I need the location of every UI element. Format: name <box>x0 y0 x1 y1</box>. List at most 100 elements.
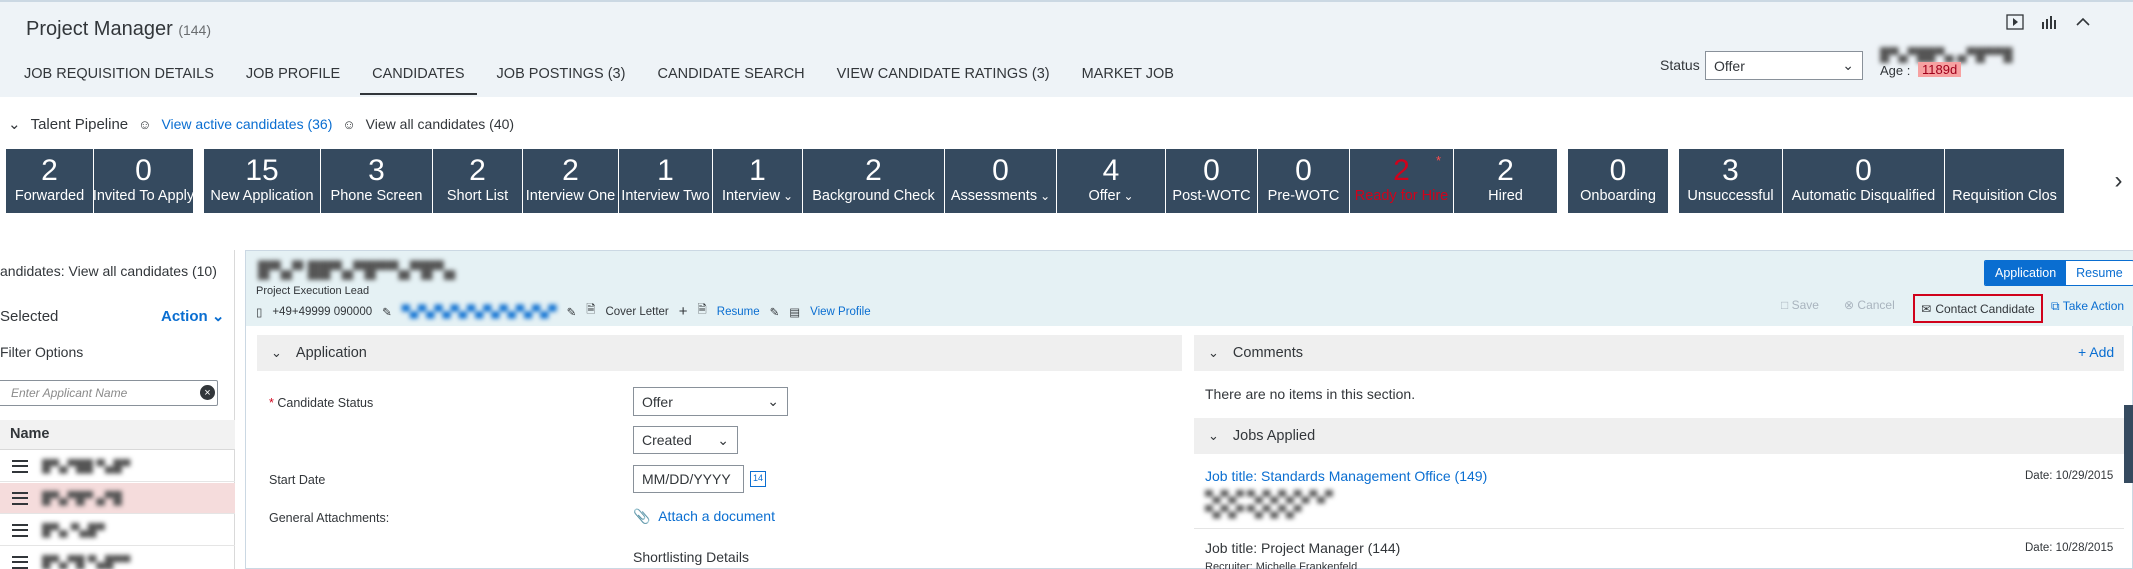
chevron-down-icon: ⌄ <box>211 308 225 325</box>
comments-section-header[interactable]: ⌄ Comments <box>1194 335 2124 371</box>
tile-label: Assessments <box>950 188 1038 204</box>
collapse-icon[interactable] <box>2073 12 2093 32</box>
tile-label: Offer <box>1088 188 1121 204</box>
start-date-input[interactable]: MM/DD/YYYY <box>633 465 744 493</box>
pipeline-tile-ready-for-hire[interactable]: 2 Ready for Hire * <box>1350 149 1454 213</box>
tab-market-job[interactable]: MARKET JOB <box>1070 62 1186 95</box>
pipeline-tile-background-check[interactable]: 2 Background Check <box>803 149 945 213</box>
application-toggle-button[interactable]: Application <box>1985 261 2067 285</box>
talent-pipeline-bar: ⌄ Talent Pipeline ☺ View active candidat… <box>8 112 514 136</box>
pipeline-tile-phone-screen[interactable]: 3 Phone Screen <box>321 149 433 213</box>
menu-icon[interactable] <box>12 523 28 537</box>
pipeline-tile-short-list[interactable]: 2 Short List <box>433 149 523 213</box>
take-action-button[interactable]: ⧉ Take Action <box>2051 299 2124 314</box>
tab-candidates[interactable]: CANDIDATES <box>360 62 477 95</box>
view-active-link[interactable]: View active candidates (36) <box>161 116 332 132</box>
name-column-header[interactable]: Name <box>0 420 235 450</box>
pipeline-tile-requisition-clos[interactable]: Requisition Clos <box>1945 149 2065 213</box>
applicant-search-input[interactable]: Enter Applicant Name <box>0 380 218 406</box>
tab-candidate-search[interactable]: CANDIDATE SEARCH <box>645 62 816 95</box>
tile-label: Invited To Apply <box>92 188 195 204</box>
application-section-header[interactable]: ⌄ Application <box>257 335 1182 371</box>
list-item[interactable]: █▀▄▀█ ▀▄█▀▀ <box>0 547 235 569</box>
cancel-button[interactable]: ⊗ Cancel <box>1844 298 1895 312</box>
shortlisting-heading: Shortlisting Details <box>633 549 749 565</box>
pipeline-tile-offer[interactable]: 4 Offer ⌄ <box>1057 149 1166 213</box>
jobs-applied-section-header[interactable]: ⌄ Jobs Applied <box>1194 418 2124 454</box>
candidate-email-blurred[interactable]: ▀▄▀▄▀▄▀▄▀▄▀▄▀▄▀▄▀▄▀ <box>402 306 557 318</box>
pipeline-tile-unsuccessful[interactable]: 3 Unsuccessful <box>1679 149 1783 213</box>
tile-label: Background Check <box>812 188 935 204</box>
pipeline-tile-assessments[interactable]: 0 Assessments ⌄ <box>945 149 1057 213</box>
pipeline-tile-onboarding[interactable]: 0 Onboarding <box>1568 149 1669 213</box>
tile-count: 3 <box>368 154 385 187</box>
play-icon[interactable] <box>2005 12 2025 32</box>
add-comment-button[interactable]: + Add <box>2078 344 2114 360</box>
pipeline-tiles: 2 Forwarded 0 Invited To Apply 15 New Applica… <box>6 149 2065 213</box>
chevron-down-icon: ⌄ <box>271 345 282 360</box>
action-menu-button[interactable]: Action ⌄ <box>161 307 224 325</box>
view-all-link[interactable]: View all candidates (40) <box>366 116 514 132</box>
required-marker: * <box>1435 153 1441 168</box>
job-title-link[interactable]: Job title: Project Manager (144) <box>1205 540 1400 556</box>
chevron-down-icon[interactable]: ⌄ <box>8 115 21 133</box>
job-title-link[interactable]: Job title: Standards Management Office (… <box>1205 468 1487 484</box>
list-item[interactable]: █▀▄▀██ ▀▄█▀ <box>0 451 235 482</box>
pencil-icon[interactable]: ✎ <box>770 305 780 319</box>
tile-count: 0 <box>1609 154 1627 187</box>
pencil-icon[interactable]: ✎ <box>382 305 392 319</box>
pipeline-tile-hired[interactable]: 2 Hired <box>1454 149 1558 213</box>
pipeline-tile-post-wotc[interactable]: 0 Post-WOTC <box>1166 149 1258 213</box>
attachments-label: General Attachments: <box>269 511 390 525</box>
tab-job-profile[interactable]: JOB PROFILE <box>234 62 352 95</box>
cover-letter-label: Cover Letter <box>605 305 669 318</box>
status-select[interactable]: Offer ⌄ <box>1705 51 1863 80</box>
job-date: Date: 10/28/2015 <box>2025 542 2114 554</box>
contact-candidate-button[interactable]: ✉ Contact Candidate <box>1913 294 2043 323</box>
tile-count: 2 <box>41 154 58 187</box>
pipeline-tile-interview-one[interactable]: 2 Interview One <box>523 149 619 213</box>
add-icon[interactable]: + <box>679 303 688 320</box>
attach-document-link[interactable]: 📎 Attach a document <box>633 508 775 525</box>
substatus-select[interactable]: Created ⌄ <box>633 426 738 454</box>
tile-label: Pre-WOTC <box>1267 188 1340 204</box>
calendar-icon[interactable]: 14 <box>750 471 766 487</box>
save-button[interactable]: □ Save <box>1781 298 1819 312</box>
pipeline-tile-forwarded[interactable]: 2 Forwarded <box>6 149 94 213</box>
applicant-name-blurred: █▀▄▀█▀ ▄▀█ <box>42 491 122 505</box>
tab-job-requisition-details[interactable]: JOB REQUISITION DETAILS <box>12 62 226 95</box>
pencil-icon[interactable]: ✎ <box>567 305 577 319</box>
pipeline-tile-new-application[interactable]: 15 New Application <box>204 149 321 213</box>
pipeline-tile-interview[interactable]: 1 Interview ⌄ <box>713 149 803 213</box>
pipeline-tile-interview-two[interactable]: 1 Interview Two <box>619 149 713 213</box>
tile-label: Interview Two <box>621 188 710 204</box>
chevron-down-icon: ⌄ <box>1123 189 1134 203</box>
tile-label: New Application <box>210 188 314 204</box>
tile-gap <box>1558 149 1568 213</box>
filter-options[interactable]: Filter Options <box>0 344 83 360</box>
resume-link[interactable]: Resume <box>717 306 760 318</box>
tab-job-postings-3[interactable]: JOB POSTINGS (3) <box>485 62 638 95</box>
chevron-right-icon[interactable]: › <box>2104 149 2133 213</box>
menu-icon[interactable] <box>12 555 28 569</box>
view-profile-link[interactable]: View Profile <box>810 306 871 318</box>
tile-count: 2 <box>865 154 882 187</box>
candidate-status-select[interactable]: Offer ⌄ <box>633 387 788 416</box>
tab-view-candidate-ratings-3[interactable]: VIEW CANDIDATE RATINGS (3) <box>825 62 1062 95</box>
candidate-contact-line: ▯ +49+49999 090000 ✎ ▀▄▀▄▀▄▀▄▀▄▀▄▀▄▀▄▀▄▀ … <box>256 302 871 321</box>
list-item[interactable]: █▀▄ ▀▄█▀ <box>0 515 235 546</box>
tile-gap <box>194 149 204 213</box>
pipeline-tile-pre-wotc[interactable]: 0 Pre-WOTC <box>1258 149 1350 213</box>
list-item[interactable]: █▀▄▀█▀ ▄▀█ <box>0 483 235 514</box>
menu-icon[interactable] <box>12 459 28 473</box>
tile-count: 2 <box>1393 154 1410 187</box>
pipeline-tile-invited-to-apply[interactable]: 0 Invited To Apply <box>92 149 195 213</box>
clear-icon[interactable]: × <box>200 385 215 400</box>
phone-icon: ▯ <box>256 306 263 319</box>
chart-icon[interactable] <box>2039 12 2059 32</box>
tile-count: 15 <box>245 154 279 187</box>
side-panel-handle[interactable] <box>2124 405 2133 483</box>
resume-toggle-button[interactable]: Resume <box>2066 261 2133 285</box>
pipeline-tile-automatic-disqualified[interactable]: 0 Automatic Disqualified <box>1783 149 1945 213</box>
menu-icon[interactable] <box>12 491 28 505</box>
